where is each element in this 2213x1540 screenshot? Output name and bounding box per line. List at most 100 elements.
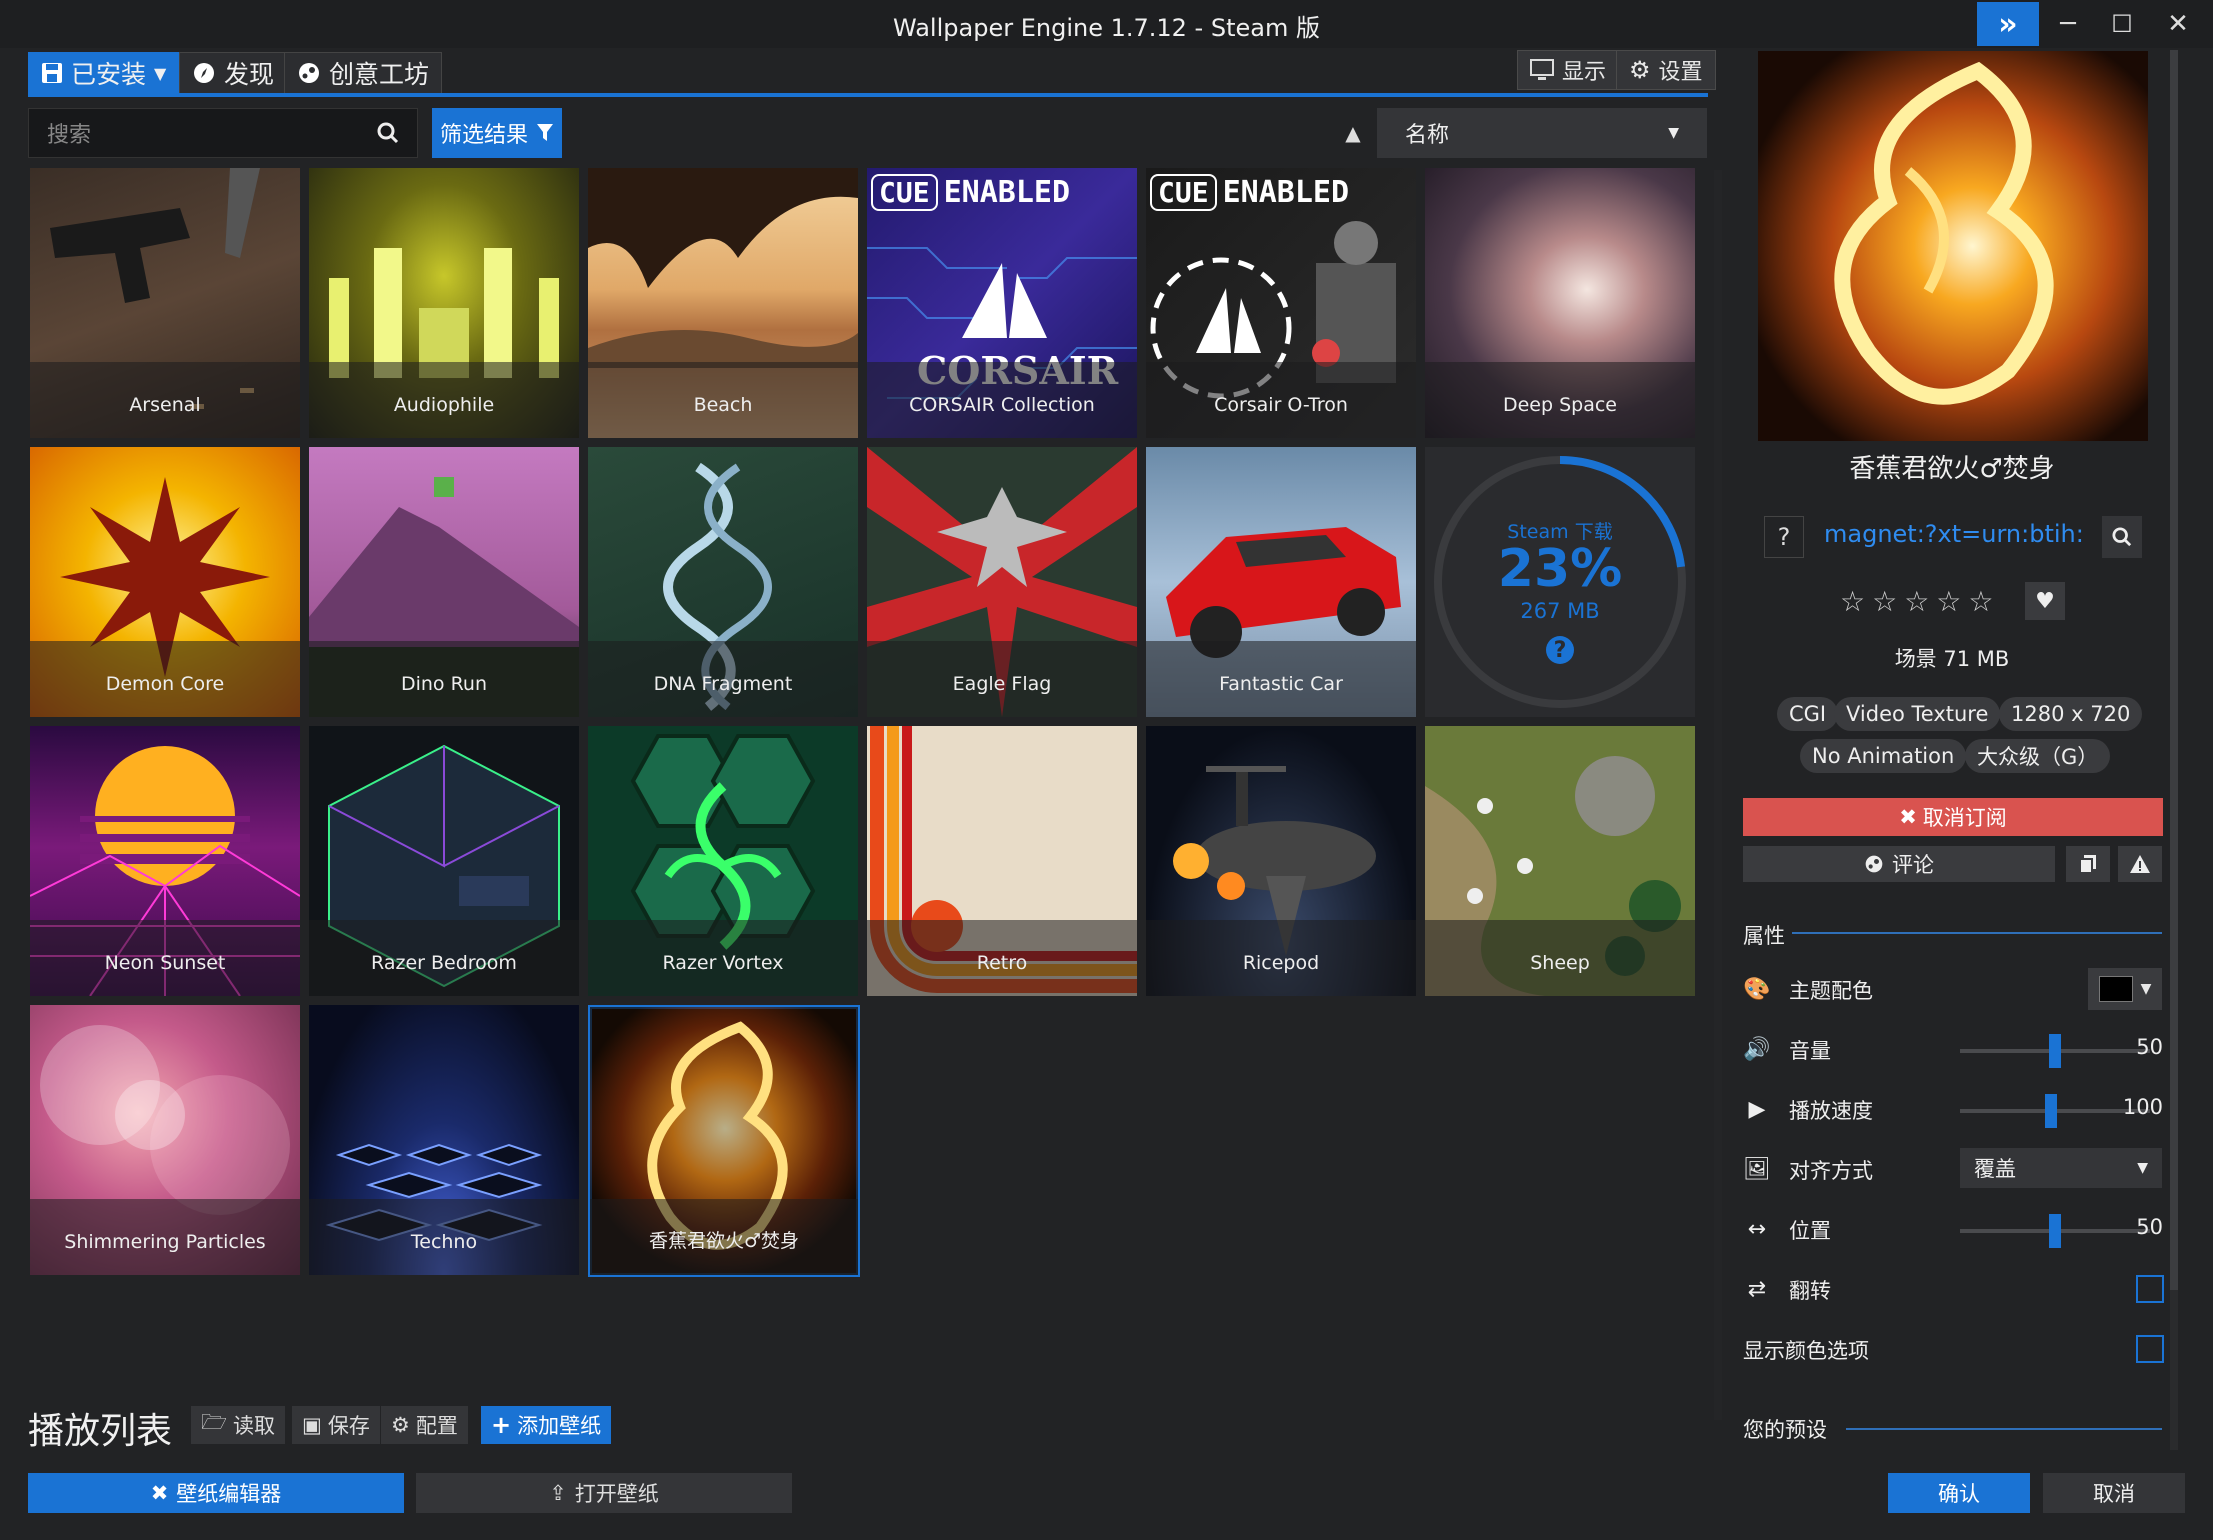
playlist-add-button[interactable]: + 添加壁纸 [481, 1406, 612, 1444]
gears-icon: ⚙ [391, 1413, 410, 1437]
wallpaper-title: Demon Core [30, 641, 300, 717]
plus-icon: + [491, 1411, 512, 1439]
wallpaper-tile[interactable]: Fantastic Car [1146, 447, 1416, 717]
wallpaper-tile[interactable]: Beach [588, 168, 858, 438]
maximize-icon: ☐ [2111, 10, 2133, 38]
wallpaper-tile[interactable]: Shimmering Particles [30, 1005, 300, 1275]
playlist-save-button[interactable]: ▣ 保存 [292, 1406, 380, 1444]
wallpaper-tile-selected[interactable]: 香蕉君欲火♂焚身 [588, 1005, 860, 1277]
download-tile[interactable]: Steam 下载 23% 267 MB ? [1425, 447, 1695, 717]
sort-select[interactable]: 名称 ▼ [1377, 108, 1707, 158]
wallpaper-title: Razer Bedroom [309, 920, 579, 996]
playlist-title: 播放列表 [28, 1411, 173, 1452]
wallpaper-tile[interactable]: Razer Vortex [588, 726, 858, 996]
triangle-up-icon: ▲ [1345, 121, 1361, 145]
search-input[interactable]: 搜索 [28, 108, 418, 158]
tag[interactable]: Video Texture [1834, 697, 2001, 731]
minimize-button[interactable]: ─ [2040, 2, 2096, 46]
color-swatch [2098, 976, 2133, 1002]
tab-installed[interactable]: 已安装 ▼ [28, 52, 180, 94]
wallpaper-title: Neon Sunset [30, 920, 300, 996]
wallpaper-tile[interactable]: Neon Sunset [30, 726, 300, 996]
wallpaper-tile[interactable]: Retro [867, 726, 1137, 996]
favorite-button[interactable]: ♥ [2025, 582, 2065, 620]
warning-icon [2130, 855, 2150, 873]
wallpaper-title: Dino Run [309, 641, 579, 717]
grid-scrollbar[interactable] [1714, 170, 1722, 1420]
display-button[interactable]: 显示 [1517, 50, 1620, 90]
wallpaper-tile[interactable]: Dino Run [309, 447, 579, 717]
wallpaper-tile[interactable]: Eagle Flag [867, 447, 1137, 717]
cancel-button[interactable]: 取消 [2043, 1473, 2185, 1513]
wallpaper-tile[interactable]: Techno [309, 1005, 579, 1275]
help-button[interactable]: ? [1764, 516, 1804, 558]
help-icon[interactable]: ? [1546, 636, 1574, 664]
settings-button[interactable]: ⚙ 设置 [1616, 50, 1716, 90]
open-wallpaper-button[interactable]: ⇪ 打开壁纸 [416, 1473, 792, 1513]
flip-checkbox[interactable] [2136, 1275, 2164, 1303]
comment-button[interactable]: 评论 [1743, 846, 2055, 882]
wallpaper-tile[interactable]: CUE ENABLED Corsair O-Tron [1146, 168, 1416, 438]
rating-stars[interactable]: ☆☆☆☆☆ [1840, 585, 2001, 618]
show-color-options-checkbox[interactable] [2136, 1335, 2164, 1363]
wallpaper-tile[interactable]: Audiophile [309, 168, 579, 438]
tab-discover[interactable]: 发现 [179, 52, 288, 94]
play-icon: ▶ [1748, 1096, 1766, 1122]
theme-color-label: 主题配色 [1789, 979, 1873, 1003]
tag[interactable]: No Animation [1800, 739, 1967, 773]
align-select[interactable]: 覆盖 ▼ [1960, 1148, 2162, 1188]
close-icon: ✕ [2167, 9, 2189, 39]
sort-direction-button[interactable]: ▲ [1338, 118, 1368, 148]
tag[interactable]: 大众级（G） [1965, 739, 2111, 773]
position-slider-thumb[interactable] [2049, 1214, 2061, 1248]
wallpaper-tile[interactable]: Demon Core [30, 447, 300, 717]
cue-enabled-text: ENABLED [1222, 175, 1350, 210]
caret-down-icon: ▼ [154, 63, 167, 83]
steam-icon [299, 63, 319, 83]
wallpaper-editor-button[interactable]: ✖ 壁纸编辑器 [28, 1473, 404, 1513]
tab-workshop[interactable]: 创意工坊 [284, 52, 443, 94]
copy-icon [2079, 855, 2096, 874]
tag[interactable]: CGI [1777, 697, 1839, 731]
speed-slider-thumb[interactable] [2045, 1094, 2058, 1128]
unsubscribe-button[interactable]: ✖ 取消订阅 [1743, 798, 2163, 836]
magnet-link[interactable]: magnet:?xt=urn:btih: [1824, 520, 2092, 548]
wallpaper-tile[interactable]: Deep Space [1425, 168, 1695, 438]
wallpaper-tile[interactable]: Razer Bedroom [309, 726, 579, 996]
show-color-options-label: 显示颜色选项 [1743, 1339, 1869, 1363]
properties-heading: 属性 [1743, 924, 1785, 948]
download-size: 267 MB [1520, 599, 1600, 623]
report-button[interactable] [2118, 846, 2162, 882]
panel-scrollbar-thumb[interactable] [2170, 50, 2178, 1290]
properties-divider [1792, 932, 2162, 934]
volume-slider-thumb[interactable] [2049, 1034, 2061, 1068]
confirm-button[interactable]: 确认 [1888, 1473, 2030, 1513]
position-label: 位置 [1789, 1219, 1831, 1243]
magnet-search-button[interactable] [2102, 516, 2142, 558]
playlist-load-button[interactable]: 🗁 读取 [191, 1406, 286, 1444]
wallpaper-title: 香蕉君欲火♂焚身 [590, 1199, 858, 1275]
close-button[interactable]: ✕ [2150, 2, 2206, 46]
theme-color-picker[interactable]: ▼ [2088, 968, 2162, 1010]
wallpaper-tile[interactable]: DNA Fragment [588, 447, 858, 717]
wallpaper-title: Retro [867, 920, 1137, 996]
download-percent: 23% [1497, 539, 1623, 599]
wallpaper-title: Arsenal [30, 362, 300, 438]
copy-button[interactable] [2066, 846, 2110, 882]
wallpaper-tile[interactable]: Sheep [1425, 726, 1695, 996]
playlist-config-button[interactable]: ⚙ 配置 [381, 1406, 468, 1444]
wallpaper-tile[interactable]: CUEENABLED CORSAIR CORSAIR Collection [867, 168, 1137, 438]
expand-panel-button[interactable]: » [1977, 2, 2039, 46]
maximize-button[interactable]: ☐ [2094, 2, 2150, 46]
filter-button[interactable]: 筛选结果 [432, 108, 562, 158]
wallpaper-title: Beach [588, 362, 858, 438]
volume-label: 音量 [1789, 1039, 1831, 1063]
swap-icon: ⇄ [1747, 1276, 1767, 1302]
fire-preview-graphic [1758, 51, 2148, 441]
wallpaper-tile[interactable]: Arsenal [30, 168, 300, 438]
wallpaper-tile[interactable]: Ricepod [1146, 726, 1416, 996]
tools-icon: ✖ [150, 1481, 169, 1505]
wallpaper-title: Audiophile [309, 362, 579, 438]
tag[interactable]: 1280 x 720 [1999, 697, 2143, 731]
question-icon: ? [1777, 523, 1791, 551]
